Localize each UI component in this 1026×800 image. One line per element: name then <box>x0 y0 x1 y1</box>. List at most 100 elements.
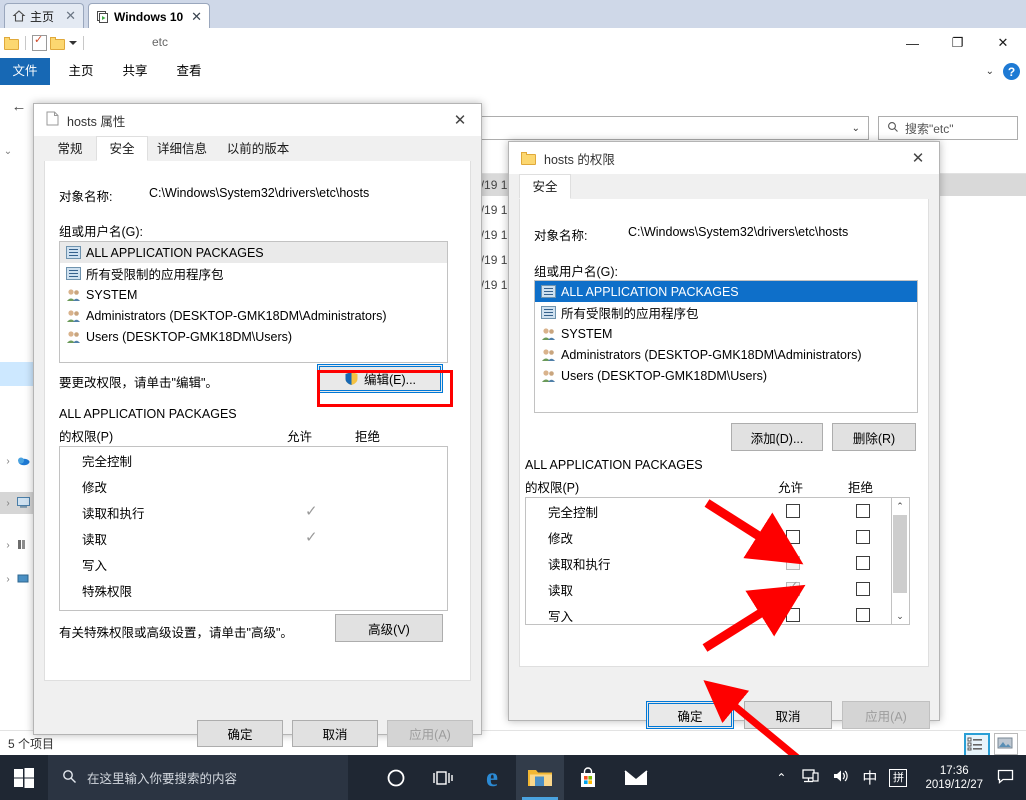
permission-row[interactable]: 特殊权限 <box>60 577 447 603</box>
add-button[interactable]: 添加(D)... <box>731 423 823 451</box>
list-item[interactable]: 所有受限制的应用程序包 <box>535 302 917 323</box>
help-icon[interactable]: ? <box>1003 63 1020 80</box>
tab-security[interactable]: 安全 <box>519 174 571 199</box>
notification-icon[interactable] <box>995 769 1026 787</box>
vm-tab-windows10[interactable]: Windows 10 ✕ <box>88 3 210 30</box>
properties-ok-button[interactable]: 确定 <box>197 720 283 747</box>
chevron-down-icon[interactable]: ⌄ <box>0 146 16 157</box>
allow-checkbox[interactable] <box>786 608 800 622</box>
list-item[interactable]: Users (DESKTOP-GMK18DM\Users) <box>60 326 447 347</box>
ime-language-icon[interactable]: 中 <box>856 767 883 788</box>
chevron-right-icon[interactable]: › <box>0 456 16 467</box>
properties-dialog-close-button[interactable]: ✕ <box>439 104 481 136</box>
chevron-right-icon[interactable]: › <box>0 498 16 509</box>
scroll-up-button[interactable]: ⌃ <box>892 498 908 514</box>
permission-row[interactable]: 读取 ✓ <box>60 525 447 551</box>
show-hidden-icons-button[interactable]: ⌃ <box>766 771 796 785</box>
large-icons-view-button[interactable] <box>994 733 1018 755</box>
deny-checkbox[interactable] <box>856 582 870 596</box>
allow-checkbox[interactable] <box>786 552 800 570</box>
scrollbar-thumb[interactable] <box>893 515 907 593</box>
groups-list[interactable]: ALL APPLICATION PACKAGES 所有受限制的应用程序包 SYS… <box>534 280 918 413</box>
permission-row[interactable]: 修改 <box>60 473 447 499</box>
ime-mode-icon[interactable]: 拼 <box>883 768 913 787</box>
scroll-down-button[interactable]: ⌄ <box>892 608 908 624</box>
permissions-cancel-button[interactable]: 取消 <box>744 701 832 729</box>
deny-checkbox[interactable] <box>856 530 870 544</box>
properties-icon[interactable] <box>32 33 47 51</box>
list-item[interactable]: 所有受限制的应用程序包 <box>60 263 447 284</box>
deny-checkbox[interactable] <box>856 608 870 622</box>
edge-icon[interactable]: e <box>468 755 516 800</box>
mail-icon[interactable] <box>612 755 660 800</box>
advanced-button[interactable]: 高级(V) <box>335 614 443 642</box>
list-item[interactable]: Administrators (DESKTOP-GMK18DM\Administ… <box>535 344 917 365</box>
search-input[interactable]: 搜索"etc" <box>905 120 954 137</box>
task-view-icon[interactable] <box>420 755 468 800</box>
list-item[interactable]: SYSTEM <box>535 323 917 344</box>
ribbon-tab-view[interactable]: 查看 <box>166 58 212 85</box>
list-item[interactable]: Users (DESKTOP-GMK18DM\Users) <box>535 365 917 386</box>
tab-general[interactable]: 常规 <box>44 136 96 161</box>
vm-tab-home-close-icon[interactable]: ✕ <box>65 8 76 24</box>
permission-row[interactable]: 修改 <box>526 524 909 550</box>
permission-row[interactable]: 读取 <box>526 576 909 602</box>
list-item[interactable]: SYSTEM <box>60 284 447 305</box>
permissions-list[interactable]: 完全控制 修改 读取和执行 读取 <box>525 497 910 625</box>
properties-cancel-button[interactable]: 取消 <box>292 720 378 747</box>
vm-tab-home[interactable]: 主页 ✕ <box>4 3 84 28</box>
volume-icon[interactable] <box>826 768 856 787</box>
ribbon-tab-file[interactable]: 文件 <box>0 58 50 85</box>
chevron-right-icon[interactable]: › <box>0 574 16 585</box>
package-icon <box>541 306 556 319</box>
toolbar-divider-1 <box>25 36 26 50</box>
tab-previous-versions[interactable]: 以前的版本 <box>216 136 300 161</box>
permission-row[interactable]: 写入 <box>60 551 447 577</box>
tab-security[interactable]: 安全 <box>96 136 148 161</box>
details-view-button[interactable] <box>964 733 990 757</box>
list-item[interactable]: Administrators (DESKTOP-GMK18DM\Administ… <box>60 305 447 326</box>
tab-details[interactable]: 详细信息 <box>148 136 216 161</box>
taskbar-search-input[interactable]: 在这里输入你要搜索的内容 <box>87 768 237 787</box>
groups-list[interactable]: ALL APPLICATION PACKAGES 所有受限制的应用程序包 SYS… <box>59 241 448 363</box>
permission-row[interactable]: 完全控制 <box>526 498 909 524</box>
allow-checkbox[interactable] <box>786 578 800 596</box>
permissions-ok-button[interactable]: 确定 <box>646 701 734 729</box>
close-button[interactable]: ✕ <box>980 28 1026 58</box>
address-dropdown-icon[interactable]: ⌄ <box>844 123 868 134</box>
list-item[interactable]: ALL APPLICATION PACKAGES <box>535 281 917 302</box>
chevron-down-icon[interactable] <box>69 41 77 45</box>
ribbon-collapse-icon[interactable]: ⌄ <box>986 66 994 77</box>
new-folder-icon[interactable] <box>50 36 65 50</box>
remove-button[interactable]: 删除(R) <box>832 423 916 451</box>
maximize-button[interactable]: ❐ <box>935 28 980 58</box>
microsoft-store-icon[interactable] <box>564 755 612 800</box>
permission-row[interactable]: 完全控制 <box>60 447 447 473</box>
permission-row[interactable]: 写入 <box>526 602 909 624</box>
back-button[interactable]: ← <box>8 95 30 117</box>
ribbon-tab-share[interactable]: 共享 <box>112 58 158 85</box>
permission-row[interactable]: 读取和执行 <box>526 550 909 576</box>
taskbar-search-box[interactable]: 在这里输入你要搜索的内容 <box>48 755 348 800</box>
ribbon-tab-home[interactable]: 主页 <box>58 58 104 85</box>
chevron-right-icon[interactable]: › <box>0 540 16 551</box>
permissions-apply-button[interactable]: 应用(A) <box>842 701 930 729</box>
search-box[interactable]: 搜索"etc" <box>878 116 1018 140</box>
cortana-icon[interactable] <box>372 755 420 800</box>
vm-tab-windows10-close-icon[interactable]: ✕ <box>191 9 202 25</box>
start-button[interactable] <box>0 755 48 800</box>
permissions-dialog-close-button[interactable]: ✕ <box>897 142 939 174</box>
deny-checkbox[interactable] <box>856 556 870 570</box>
network-icon[interactable] <box>796 768 826 787</box>
minimize-button[interactable]: — <box>890 28 935 58</box>
deny-checkbox[interactable] <box>856 504 870 518</box>
file-explorer-icon[interactable] <box>516 755 564 800</box>
permissions-scrollbar[interactable]: ⌃ ⌄ <box>891 498 909 624</box>
permissions-list[interactable]: 完全控制 修改 读取和执行 ✓ 读取 ✓ 写入 特殊权限 <box>59 446 448 611</box>
allow-checkbox[interactable] <box>786 530 800 544</box>
clock[interactable]: 17:36 2019/12/27 <box>913 764 995 792</box>
properties-apply-button[interactable]: 应用(A) <box>387 720 473 747</box>
allow-checkbox[interactable] <box>786 504 800 518</box>
list-item[interactable]: ALL APPLICATION PACKAGES <box>60 242 447 263</box>
permission-row[interactable]: 读取和执行 ✓ <box>60 499 447 525</box>
